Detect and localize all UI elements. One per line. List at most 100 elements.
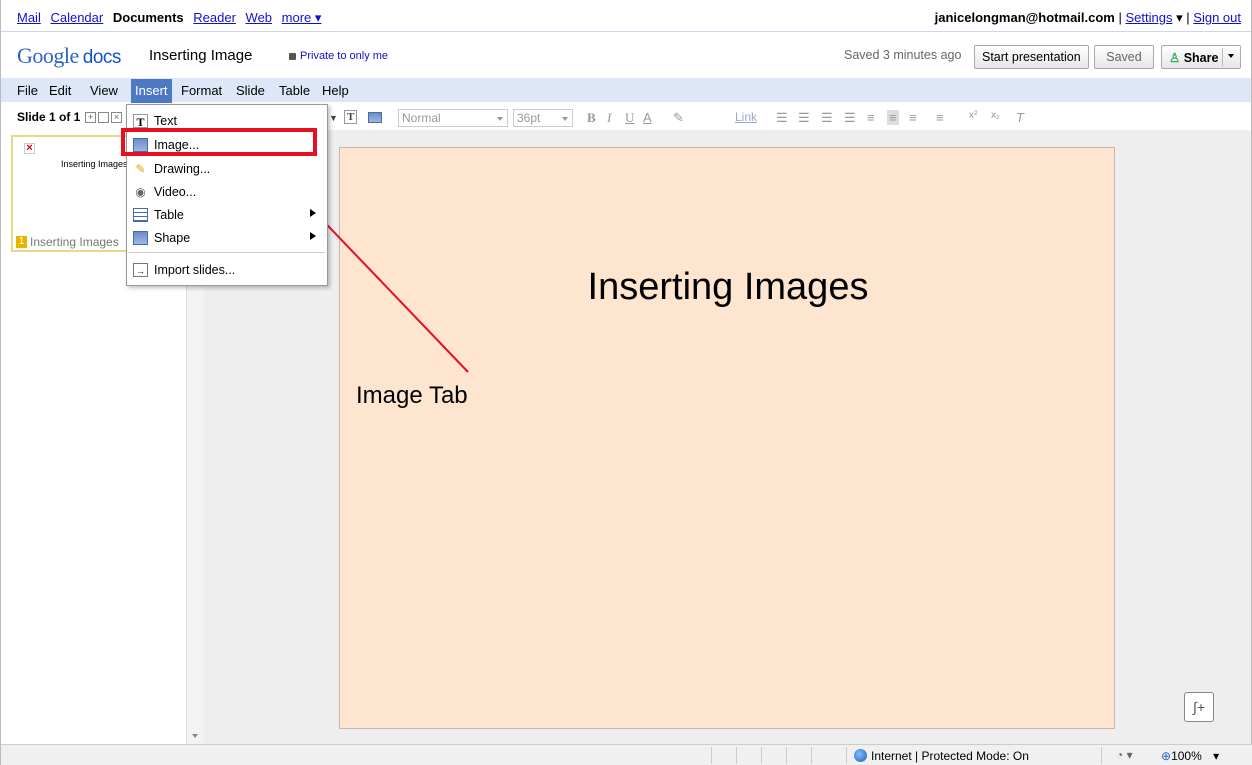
insert-menu-import-slides[interactable]: → Import slides... — [127, 259, 327, 281]
thumbnail-title: Inserting Images — [61, 159, 128, 169]
chevron-down-icon[interactable]: ▾ — [1213, 749, 1219, 763]
protected-mode-icon[interactable]: ◔ ▾ — [1116, 748, 1133, 762]
text-icon: T — [133, 114, 148, 129]
gbar-link-reader[interactable]: Reader — [193, 10, 236, 25]
menu-item-label: Drawing... — [154, 162, 211, 176]
style-select[interactable]: Normal — [398, 109, 508, 127]
insert-image-icon[interactable] — [368, 112, 382, 123]
signout-link[interactable]: Sign out — [1193, 10, 1241, 25]
dropdown-caret-icon[interactable]: ▼ — [329, 113, 338, 123]
insert-text-icon[interactable]: T — [344, 110, 358, 124]
share-label: Share — [1183, 51, 1219, 65]
lock-icon — [289, 53, 296, 60]
gbar-link-more[interactable]: more ▾ — [282, 10, 322, 25]
menu-edit[interactable]: Edit — [49, 83, 71, 98]
status-divider — [736, 747, 737, 764]
size-value: 36pt — [517, 111, 541, 125]
thumbnail-label: Inserting Images — [30, 235, 119, 249]
new-slide-icon[interactable]: + — [85, 112, 96, 123]
status-divider — [761, 747, 762, 764]
chevron-down-icon[interactable] — [1228, 54, 1234, 58]
gbar-link-documents: Documents — [112, 10, 184, 25]
broken-image-icon: × — [24, 143, 35, 154]
scroll-down-icon[interactable] — [192, 734, 198, 738]
google-docs-logo[interactable]: Google docs — [17, 43, 121, 69]
italic-icon[interactable]: I — [607, 110, 611, 126]
globe-icon — [854, 749, 867, 762]
menu-slide[interactable]: Slide — [236, 83, 265, 98]
share-button[interactable]: ♙ Share — [1161, 45, 1241, 69]
font-size-select[interactable]: 36pt — [513, 109, 573, 127]
text-color-icon[interactable]: A — [643, 110, 652, 125]
align-right-icon[interactable]: ≡ — [909, 110, 917, 125]
gbar-link-web[interactable]: Web — [246, 10, 273, 25]
saved-status: Saved 3 minutes ago — [844, 48, 962, 62]
privacy-status[interactable]: Private to only me — [289, 50, 388, 62]
account-area: janicelongman@hotmail.com | Settings ▾ |… — [935, 10, 1241, 26]
insert-menu-drawing[interactable]: ✎ Drawing... — [127, 158, 327, 180]
account-email: janicelongman@hotmail.com — [934, 10, 1115, 25]
duplicate-slide-icon[interactable] — [98, 112, 109, 123]
menu-item-label: Video... — [154, 185, 197, 199]
menu-view[interactable]: View — [90, 83, 118, 98]
align-left-icon[interactable]: ≡ — [867, 110, 875, 125]
settings-link[interactable]: Settings — [1126, 10, 1173, 25]
menu-bar: File Edit View Insert Format Slide Table… — [1, 78, 1251, 103]
chevron-down-icon — [497, 117, 503, 121]
increase-indent-icon[interactable]: ☰ — [844, 110, 856, 126]
share-icon: ♙ — [1169, 51, 1181, 65]
decrease-indent-icon[interactable]: ☰ — [821, 110, 833, 126]
account-separator: | — [1118, 10, 1122, 25]
slide-canvas[interactable]: Inserting Images — [339, 147, 1115, 729]
gbar-link-calendar[interactable]: Calendar — [50, 10, 103, 25]
insert-menu-table[interactable]: Table — [127, 204, 327, 226]
numbered-list-icon[interactable]: ☰ — [776, 110, 788, 126]
document-title[interactable]: Inserting Image — [149, 47, 252, 64]
security-zone[interactable]: Internet | Protected Mode: On — [854, 749, 1029, 763]
clear-formatting-icon[interactable]: T — [1016, 110, 1024, 125]
gbar-link-mail[interactable]: Mail — [17, 10, 41, 25]
import-icon: → — [133, 263, 148, 277]
speaker-notes-icon[interactable]: ∫+ — [1184, 692, 1214, 722]
bulleted-list-icon[interactable]: ☰ — [798, 110, 810, 126]
menu-help[interactable]: Help — [322, 83, 349, 98]
menu-insert[interactable]: Insert — [131, 79, 172, 103]
highlight-color-icon[interactable]: ✎ — [673, 110, 684, 126]
annotation-highlight-box — [121, 128, 317, 156]
delete-slide-icon[interactable]: × — [111, 112, 122, 123]
slide-counter: Slide 1 of 1 — [17, 110, 81, 124]
underline-icon[interactable]: U — [625, 110, 634, 126]
align-center-icon[interactable]: ≡ — [887, 110, 899, 125]
shape-icon — [133, 231, 148, 245]
logo-letters: Google — [17, 43, 79, 68]
superscript-icon[interactable]: x² — [969, 110, 977, 121]
subscript-icon[interactable]: x₂ — [991, 110, 1000, 121]
status-divider — [786, 747, 787, 764]
zone-label: Internet | Protected Mode: On — [871, 749, 1029, 763]
submenu-arrow-icon — [310, 232, 316, 240]
menu-format[interactable]: Format — [181, 83, 222, 98]
status-divider — [811, 747, 812, 764]
chevron-down-icon — [562, 117, 568, 121]
insert-menu-video[interactable]: ◉ Video... — [127, 181, 327, 203]
status-divider — [846, 747, 847, 764]
link-button[interactable]: Link — [735, 110, 757, 124]
menu-item-label: Shape — [154, 231, 191, 245]
menu-separator — [129, 252, 325, 253]
slide-title[interactable]: Inserting Images — [340, 266, 1116, 309]
saved-button[interactable]: Saved — [1094, 45, 1154, 69]
start-presentation-button[interactable]: Start presentation — [974, 45, 1089, 69]
zoom-control[interactable]: ⊕100% ▾ — [1161, 749, 1219, 763]
menu-file[interactable]: File — [17, 83, 38, 98]
status-divider — [1101, 747, 1102, 764]
submenu-arrow-icon — [310, 209, 316, 217]
menu-table[interactable]: Table — [279, 83, 310, 98]
bold-icon[interactable]: B — [587, 110, 596, 126]
insert-menu-shape[interactable]: Shape — [127, 227, 327, 249]
browser-status-bar: Internet | Protected Mode: On ◔ ▾ ⊕100% … — [1, 744, 1252, 765]
line-spacing-icon[interactable]: ≡ — [936, 110, 944, 125]
status-divider — [711, 747, 712, 764]
settings-caret[interactable]: ▾ — [1176, 10, 1183, 25]
video-icon: ◉ — [135, 185, 146, 199]
docs-header: Google docs Inserting Image Private to on… — [1, 33, 1251, 77]
